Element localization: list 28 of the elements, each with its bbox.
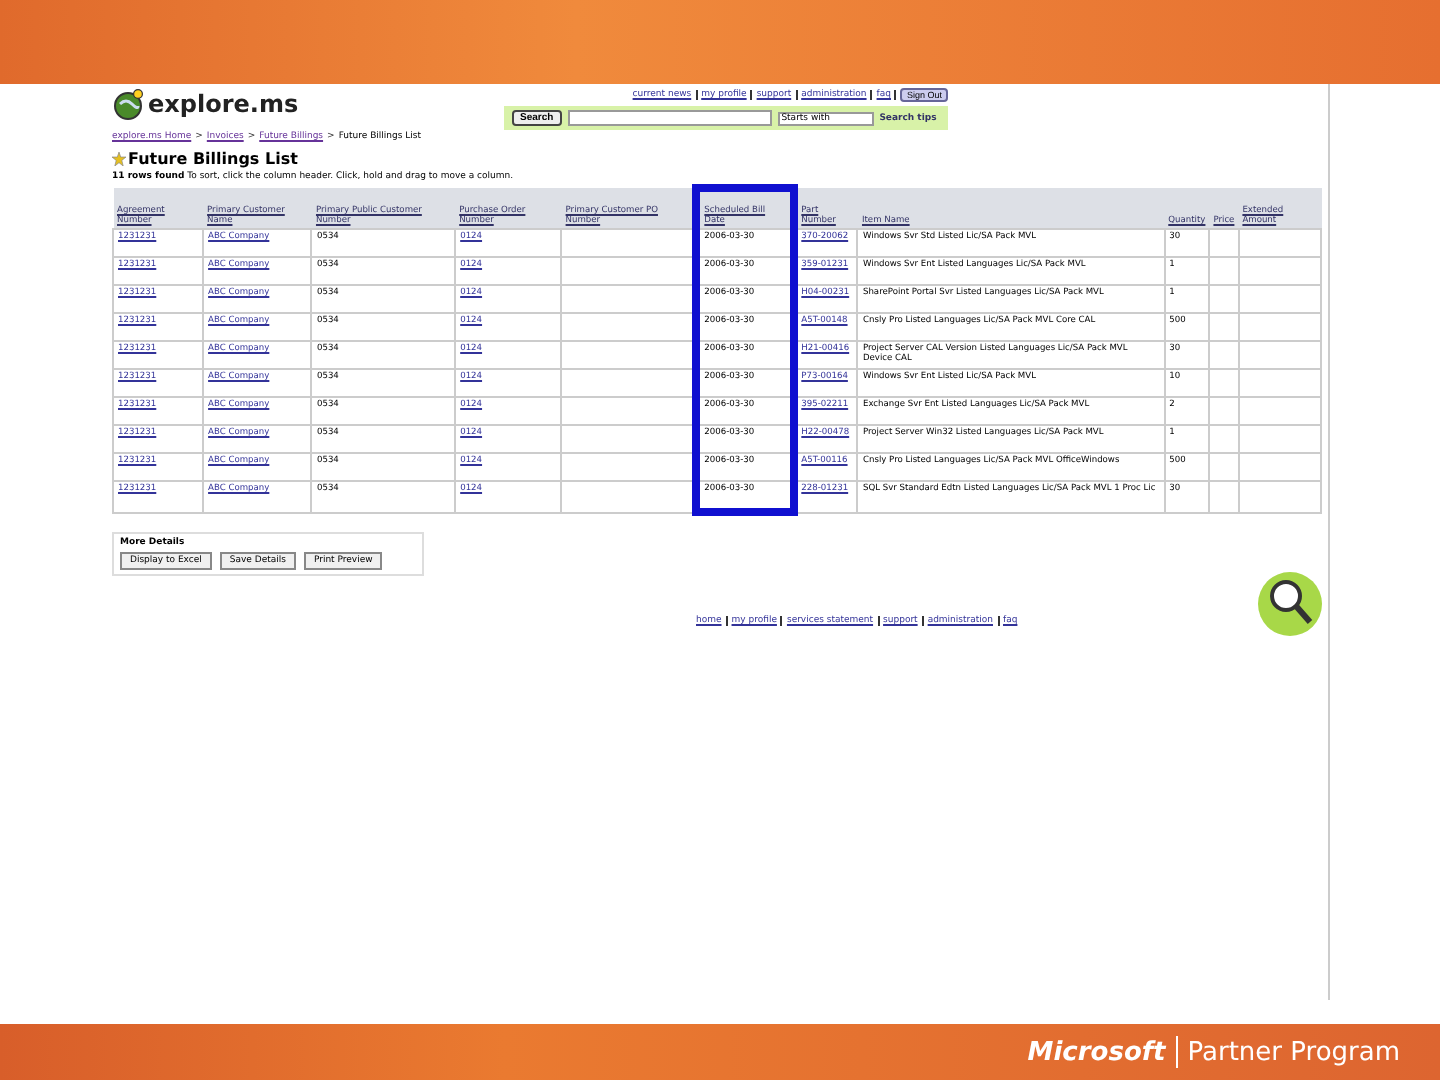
- table-cell: [1238, 257, 1321, 285]
- table-cell: [1209, 341, 1239, 369]
- table-cell: [1209, 285, 1239, 313]
- table-cell: [1238, 229, 1321, 257]
- site-logo[interactable]: explore.ms: [148, 90, 299, 118]
- program-name: Partner Program: [1187, 1037, 1400, 1067]
- table-cell: [1209, 397, 1239, 425]
- table-cell: [1209, 425, 1239, 453]
- search-field[interactable]: [567, 110, 772, 126]
- table-cell: [1238, 397, 1321, 425]
- table-cell: [1238, 285, 1321, 313]
- table-cell: [561, 229, 697, 257]
- table-cell: [1238, 481, 1321, 512]
- table-cell: [1209, 481, 1239, 512]
- page-title: Future Billings List: [128, 150, 298, 168]
- brand-logo: Microsoft: [1027, 1037, 1166, 1067]
- table-cell: [1209, 369, 1239, 397]
- table-cell: [1238, 425, 1321, 453]
- table-cell: [1209, 453, 1239, 481]
- table-cell: [1238, 369, 1321, 397]
- table-cell: [1209, 229, 1239, 257]
- table-cell: [1209, 257, 1239, 285]
- table-cell: [1238, 341, 1321, 369]
- table-cell: [1209, 313, 1239, 341]
- table-cell: [1238, 453, 1321, 481]
- globe-logo-icon: [112, 88, 144, 120]
- table-cell: [1238, 313, 1321, 341]
- star-icon: [112, 152, 126, 166]
